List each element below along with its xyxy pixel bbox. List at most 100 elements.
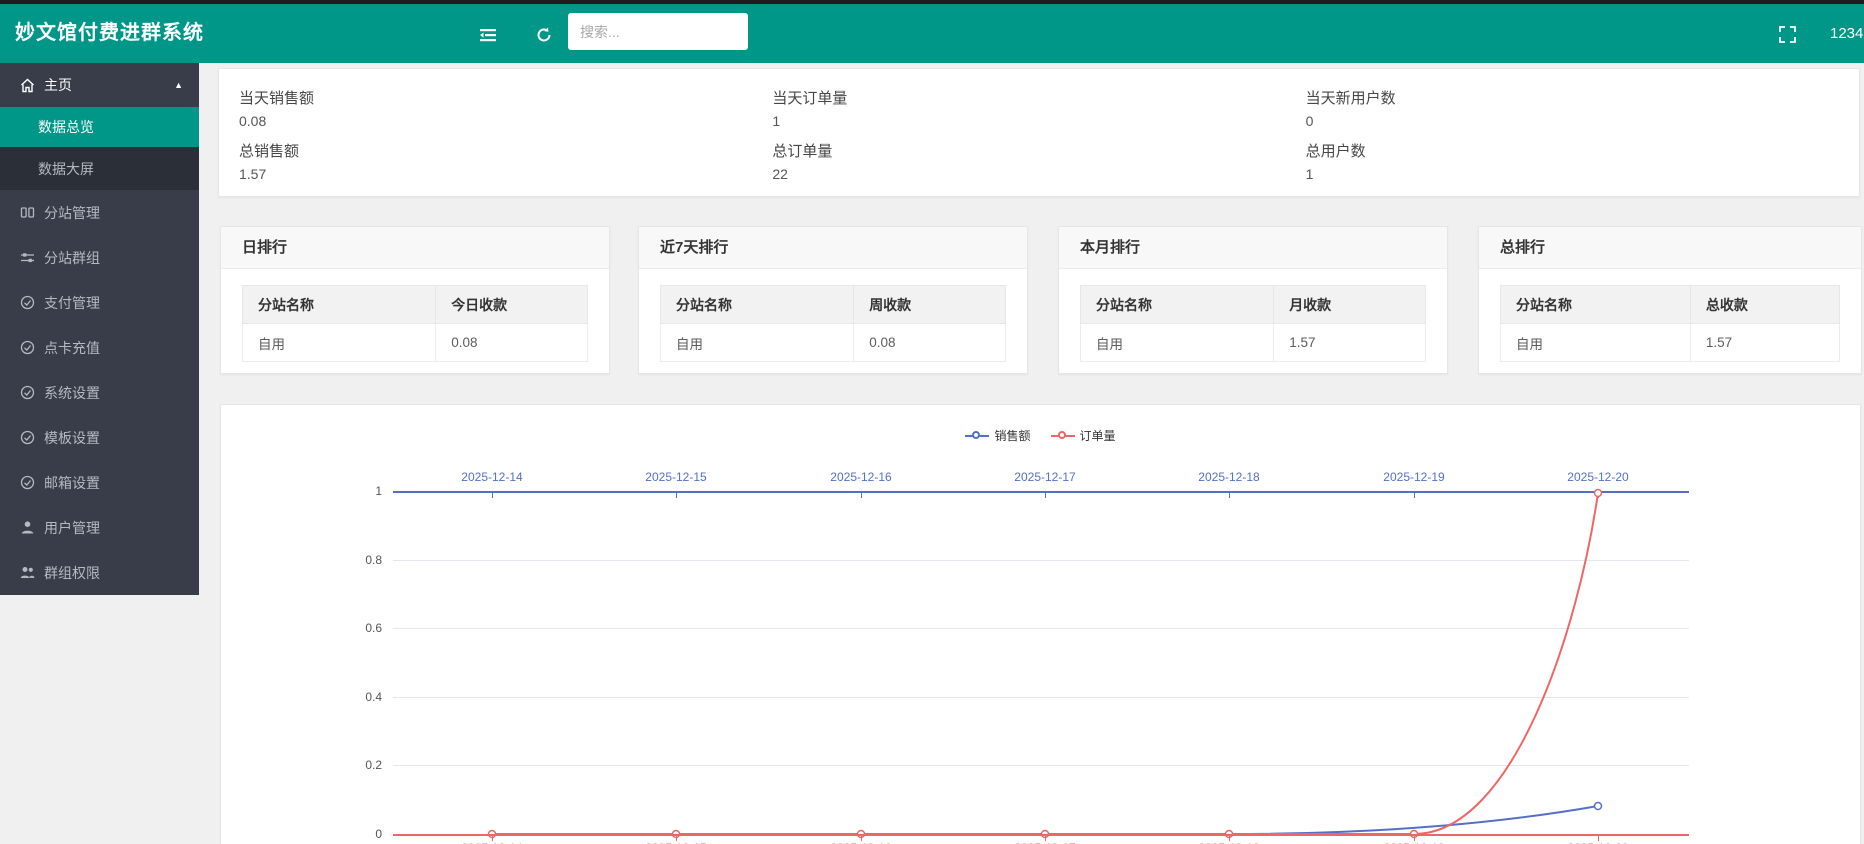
y-tick-label: 0.8: [337, 553, 382, 567]
cell-amount: 1.57: [1690, 324, 1839, 362]
username-label[interactable]: 12345: [1830, 4, 1864, 63]
x-tick-label-top: 2025-12-17: [1000, 470, 1090, 484]
cell-site-name: 自用: [661, 324, 854, 362]
search-input[interactable]: [568, 13, 748, 50]
app-title: 妙文馆付费进群系统: [15, 4, 204, 63]
rank-card-title: 本月排行: [1059, 227, 1447, 269]
legend-item-sales[interactable]: 销售额: [965, 427, 1030, 444]
x-tick-label-top: 2025-12-19: [1369, 470, 1459, 484]
cell-amount: 0.08: [854, 324, 1006, 362]
stat-value: 1: [772, 113, 1305, 129]
refresh-icon[interactable]: [535, 26, 553, 44]
legend-label: 订单量: [1080, 427, 1116, 444]
top-header: 妙文馆付费进群系统 12345: [0, 0, 1864, 63]
grid-icon: [20, 205, 35, 220]
stat-total-sales: 总销售额 1.57: [239, 136, 772, 187]
cell-amount: 1.57: [1274, 324, 1426, 362]
rank-card-title: 日排行: [221, 227, 609, 269]
sidebar-item-payment-mgmt[interactable]: 支付管理: [0, 280, 199, 325]
main-content: 当天销售额 0.08 当天订单量 1 当天新用户数 0 总销售额 1.57 总订…: [199, 63, 1864, 844]
sidebar-item-user-mgmt[interactable]: 用户管理: [0, 505, 199, 550]
x-tick-label-top: 2025-12-16: [816, 470, 906, 484]
stat-value: 1: [1306, 166, 1839, 182]
chart-plot-area: [393, 491, 1689, 835]
sidebar-item-substation-groups[interactable]: 分站群组: [0, 235, 199, 280]
stat-label: 当天订单量: [772, 87, 1305, 108]
stat-today-orders: 当天订单量 1: [772, 83, 1305, 134]
stat-total-users: 总用户数 1: [1306, 136, 1839, 187]
sidebar-item-template-settings[interactable]: 模板设置: [0, 415, 199, 460]
sidebar-item-label: 点卡充值: [44, 338, 100, 358]
sidebar-item-label: 主页: [44, 75, 72, 95]
y-tick-label: 0: [337, 827, 382, 841]
stat-value: 22: [772, 166, 1305, 182]
column-header: 总收款: [1690, 286, 1839, 324]
x-tick-label-top: 2025-12-14: [447, 470, 537, 484]
x-axis-bottom-line: [393, 834, 1689, 836]
stat-label: 当天新用户数: [1306, 87, 1839, 108]
circle-check-icon: [20, 430, 35, 445]
x-tick-label-top: 2025-12-18: [1184, 470, 1274, 484]
sidebar-item-label: 系统设置: [44, 383, 100, 403]
stat-label: 总销售额: [239, 140, 772, 161]
fullscreen-icon[interactable]: [1779, 26, 1797, 44]
sidebar-item-card-recharge[interactable]: 点卡充值: [0, 325, 199, 370]
column-header: 分站名称: [661, 286, 854, 324]
column-header: 分站名称: [243, 286, 436, 324]
stat-total-orders: 总订单量 22: [772, 136, 1305, 187]
line-circle-marker-icon: [965, 431, 989, 441]
circle-check-icon: [20, 340, 35, 355]
stat-today-new-users: 当天新用户数 0: [1306, 83, 1839, 134]
sidebar-item-email-settings[interactable]: 邮箱设置: [0, 460, 199, 505]
rank-table: 分站名称 今日收款 自用 0.08: [242, 285, 588, 362]
menu-toggle-icon[interactable]: [479, 26, 497, 44]
rank-table: 分站名称 总收款 自用 1.57: [1500, 285, 1840, 362]
column-header: 月收款: [1274, 286, 1426, 324]
legend-label: 销售额: [994, 427, 1030, 444]
sidebar-item-data-overview[interactable]: 数据总览: [0, 107, 199, 147]
orders-point: [1595, 490, 1602, 497]
table-row: 自用 1.57: [1081, 324, 1426, 362]
table-row: 自用 0.08: [243, 324, 588, 362]
cell-site-name: 自用: [1501, 324, 1691, 362]
legend-item-orders[interactable]: 订单量: [1051, 427, 1116, 444]
circle-check-icon: [20, 385, 35, 400]
user-icon: [20, 520, 35, 535]
stat-value: 0.08: [239, 113, 772, 129]
chevron-up-icon: ▲: [174, 80, 183, 90]
line-circle-marker-icon: [1051, 431, 1075, 441]
sidebar-item-substation-mgmt[interactable]: 分站管理: [0, 190, 199, 235]
home-icon: [20, 78, 35, 93]
sidebar-item-data-screen[interactable]: 数据大屏: [0, 147, 199, 190]
table-row: 自用 0.08: [661, 324, 1006, 362]
sidebar-item-group-permissions[interactable]: 群组权限: [0, 550, 199, 595]
stat-label: 总用户数: [1306, 140, 1839, 161]
column-header: 周收款: [854, 286, 1006, 324]
rank-card-total: 总排行 分站名称 总收款 自用 1.57: [1478, 226, 1862, 374]
y-tick-label: 0.6: [337, 621, 382, 635]
sidebar-item-label: 分站管理: [44, 203, 100, 223]
rank-card-title: 总排行: [1479, 227, 1861, 269]
column-header: 分站名称: [1081, 286, 1274, 324]
sidebar-subitem-label: 数据总览: [38, 117, 94, 137]
column-header: 今日收款: [436, 286, 588, 324]
y-tick-label: 1: [337, 484, 382, 498]
x-tick-label-top: 2025-12-15: [631, 470, 721, 484]
sidebar-nav: 主页 ▲ 数据总览 数据大屏 分站管理 分站群组 支付管理: [0, 63, 199, 595]
rank-table: 分站名称 周收款 自用 0.08: [660, 285, 1006, 362]
stat-today-sales: 当天销售额 0.08: [239, 83, 772, 134]
sidebar-item-label: 邮箱设置: [44, 473, 100, 493]
sidebar-item-system-settings[interactable]: 系统设置: [0, 370, 199, 415]
cell-site-name: 自用: [1081, 324, 1274, 362]
circle-check-icon: [20, 475, 35, 490]
cell-site-name: 自用: [243, 324, 436, 362]
stat-label: 总订单量: [772, 140, 1305, 161]
orders-line: [492, 493, 1598, 834]
sidebar-item-home[interactable]: 主页 ▲: [0, 63, 199, 107]
sales-orders-chart: 销售额 订单量 2025-12-14 2025-12-15 2025-12-16…: [220, 404, 1861, 844]
rank-card-title: 近7天排行: [639, 227, 1027, 269]
cell-amount: 0.08: [436, 324, 588, 362]
y-tick-label: 0.2: [337, 758, 382, 772]
rank-card-7days: 近7天排行 分站名称 周收款 自用 0.08: [638, 226, 1028, 374]
table-row: 自用 1.57: [1501, 324, 1840, 362]
